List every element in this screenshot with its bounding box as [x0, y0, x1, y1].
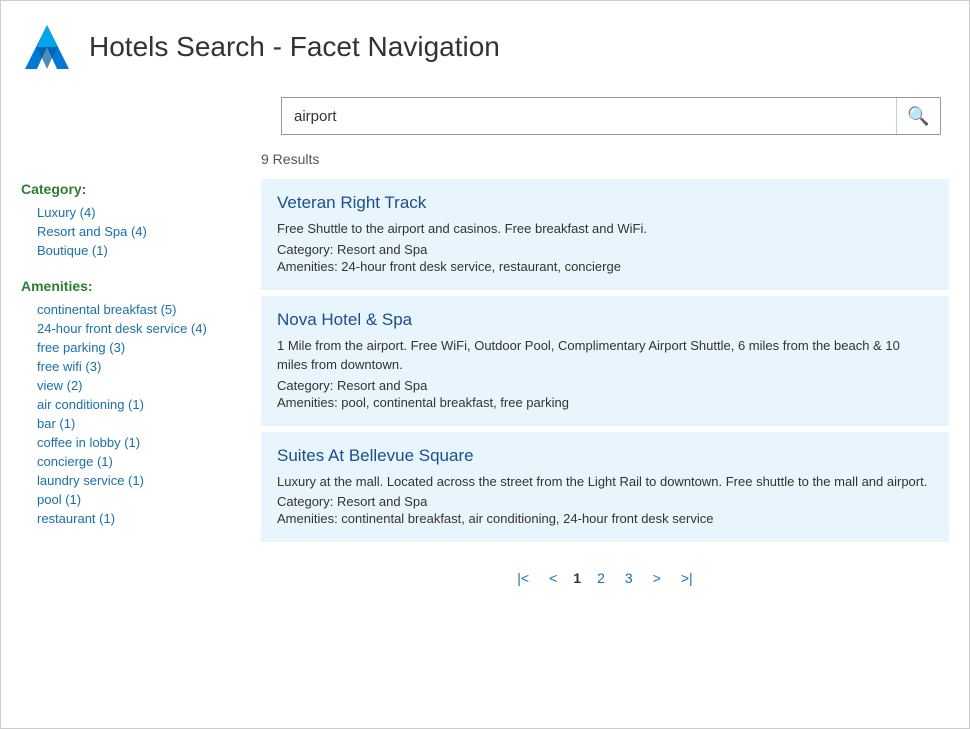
result-title-1[interactable]: Veteran Right Track	[277, 193, 933, 213]
pagination-page-2[interactable]: 2	[593, 568, 609, 588]
main-layout: Category: Luxury (4) Resort and Spa (4) …	[21, 151, 949, 588]
facet-item-luxury[interactable]: Luxury (4)	[21, 203, 241, 222]
facet-section-amenities: Amenities: continental breakfast (5) 24-…	[21, 278, 241, 528]
result-card-2: Nova Hotel & Spa 1 Mile from the airport…	[261, 296, 949, 428]
result-amenities-2: Amenities: pool, continental breakfast, …	[277, 395, 933, 410]
pagination-next[interactable]: >	[649, 568, 665, 588]
search-bar-row: 🔍	[21, 97, 949, 135]
facet-item-bar[interactable]: bar (1)	[21, 414, 241, 433]
pagination-page-1[interactable]: 1	[573, 570, 581, 586]
results-area: 9 Results Veteran Right Track Free Shutt…	[261, 151, 949, 588]
facet-item-free-wifi[interactable]: free wifi (3)	[21, 357, 241, 376]
facet-item-free-parking[interactable]: free parking (3)	[21, 338, 241, 357]
result-category-2: Category: Resort and Spa	[277, 378, 933, 393]
results-count: 9 Results	[261, 151, 949, 167]
facet-item-view[interactable]: view (2)	[21, 376, 241, 395]
result-title-2[interactable]: Nova Hotel & Spa	[277, 310, 933, 330]
result-amenities-1: Amenities: 24-hour front desk service, r…	[277, 259, 933, 274]
facet-item-continental-breakfast[interactable]: continental breakfast (5)	[21, 300, 241, 319]
facet-item-24hr-desk[interactable]: 24-hour front desk service (4)	[21, 319, 241, 338]
result-title-3[interactable]: Suites At Bellevue Square	[277, 446, 933, 466]
sidebar: Category: Luxury (4) Resort and Spa (4) …	[21, 151, 261, 588]
pagination-prev[interactable]: <	[545, 568, 561, 588]
facet-item-laundry[interactable]: laundry service (1)	[21, 471, 241, 490]
result-amenities-3: Amenities: continental breakfast, air co…	[277, 511, 933, 526]
facet-item-concierge[interactable]: concierge (1)	[21, 452, 241, 471]
facet-section-category: Category: Luxury (4) Resort and Spa (4) …	[21, 181, 241, 260]
facet-item-coffee-lobby[interactable]: coffee in lobby (1)	[21, 433, 241, 452]
pagination-page-3[interactable]: 3	[621, 568, 637, 588]
result-card-1: Veteran Right Track Free Shuttle to the …	[261, 179, 949, 292]
pagination-first[interactable]: |<	[513, 568, 533, 588]
facet-title-category: Category:	[21, 181, 241, 197]
result-category-1: Category: Resort and Spa	[277, 242, 933, 257]
facet-item-air-conditioning[interactable]: air conditioning (1)	[21, 395, 241, 414]
search-input[interactable]	[282, 98, 896, 134]
result-category-3: Category: Resort and Spa	[277, 494, 933, 509]
pagination: |< < 1 2 3 > >|	[261, 568, 949, 588]
result-desc-2: 1 Mile from the airport. Free WiFi, Outd…	[277, 336, 933, 375]
app-logo-icon	[21, 21, 73, 73]
result-desc-1: Free Shuttle to the airport and casinos.…	[277, 219, 933, 239]
result-desc-3: Luxury at the mall. Located across the s…	[277, 472, 933, 492]
search-button[interactable]: 🔍	[896, 98, 940, 134]
facet-item-pool[interactable]: pool (1)	[21, 490, 241, 509]
facet-title-amenities: Amenities:	[21, 278, 241, 294]
page-title: Hotels Search - Facet Navigation	[89, 31, 500, 63]
header: Hotels Search - Facet Navigation	[21, 21, 949, 73]
pagination-last[interactable]: >|	[677, 568, 697, 588]
facet-item-restaurant[interactable]: restaurant (1)	[21, 509, 241, 528]
result-card-3: Suites At Bellevue Square Luxury at the …	[261, 432, 949, 545]
facet-item-resort-spa[interactable]: Resort and Spa (4)	[21, 222, 241, 241]
search-bar: 🔍	[281, 97, 941, 135]
facet-item-boutique[interactable]: Boutique (1)	[21, 241, 241, 260]
page-container: Hotels Search - Facet Navigation 🔍 Categ…	[0, 0, 970, 729]
